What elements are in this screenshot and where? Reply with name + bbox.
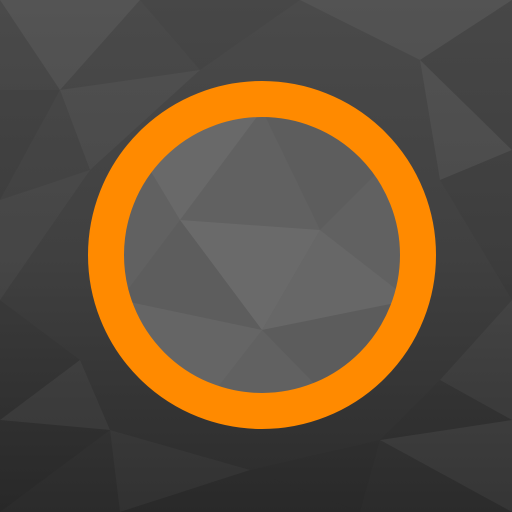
app-icon bbox=[0, 0, 512, 512]
ring-graphic bbox=[88, 81, 436, 429]
